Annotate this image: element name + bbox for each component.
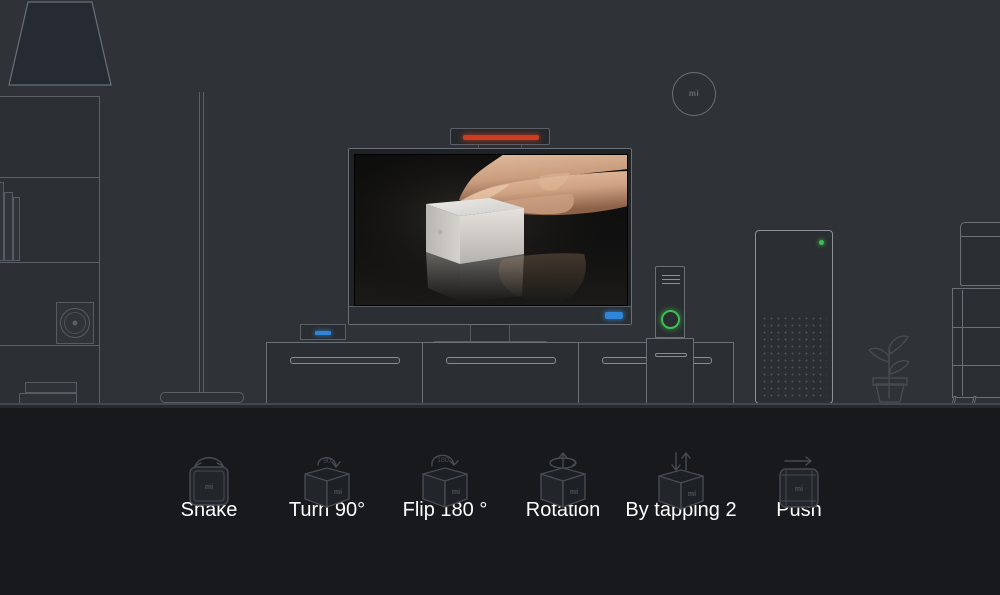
svg-text:mi: mi bbox=[334, 489, 342, 496]
mi-logo: mi bbox=[688, 89, 700, 98]
cube-flip-icon: 180 mi bbox=[386, 408, 504, 508]
svg-text:mi: mi bbox=[795, 486, 803, 493]
cabinet-edge bbox=[962, 290, 963, 396]
set-top-box bbox=[300, 324, 346, 340]
router-base bbox=[646, 338, 694, 404]
living-room-scene: o mi bbox=[0, 0, 1000, 408]
soundbar-camera bbox=[450, 128, 550, 145]
cabinet-top-box: o bbox=[960, 222, 1000, 286]
gesture-item-shake[interactable]: mi Shake bbox=[150, 408, 268, 520]
gesture-item-push[interactable]: mi Push bbox=[740, 408, 858, 520]
svg-text:90: 90 bbox=[323, 458, 331, 465]
bookshelf bbox=[0, 96, 100, 406]
tower-speaker-led bbox=[819, 240, 824, 245]
router-status-ring bbox=[661, 310, 680, 329]
shelf-speaker bbox=[56, 302, 94, 344]
lamp-base bbox=[160, 392, 244, 403]
tower-speaker-mesh bbox=[761, 315, 827, 398]
gesture-item-flip-180[interactable]: 180 mi Flip 180 ° bbox=[386, 408, 504, 520]
drawer-handle bbox=[445, 357, 556, 364]
svg-text:mi: mi bbox=[205, 484, 213, 491]
tv-stand-drawer[interactable] bbox=[267, 343, 423, 403]
router-slot bbox=[655, 353, 687, 357]
mi-circular-sensor: mi bbox=[672, 72, 716, 116]
router-vents-icon bbox=[662, 275, 680, 287]
gesture-item-turn-90[interactable]: 90 mi Turn 90° bbox=[268, 408, 386, 520]
svg-text:mi: mi bbox=[688, 491, 696, 498]
tower-speaker bbox=[755, 230, 833, 404]
tv-screen bbox=[354, 154, 628, 306]
tv-bezel bbox=[349, 306, 631, 324]
drawer-handle bbox=[289, 357, 400, 364]
tv-power-led bbox=[605, 312, 623, 319]
side-cabinet bbox=[952, 288, 1000, 398]
gesture-item-by-tapping-2[interactable]: mi By tapping 2 bbox=[622, 408, 740, 520]
lamp-pole bbox=[199, 92, 204, 396]
cube-rotation-icon: mi bbox=[504, 408, 622, 508]
tv-stand-drawer[interactable] bbox=[423, 343, 579, 403]
cube-tap-icon: mi bbox=[622, 408, 740, 510]
television bbox=[348, 148, 632, 325]
gesture-item-rotation[interactable]: mi Rotation bbox=[504, 408, 622, 520]
book bbox=[13, 197, 20, 261]
cube-turn-icon: 90 mi bbox=[268, 408, 386, 508]
soundbar-led bbox=[463, 135, 539, 140]
potted-plant bbox=[856, 310, 926, 404]
gesture-list: mi Shake 90 mi Turn 90° 180 mi Flip 180 … bbox=[0, 408, 1000, 595]
svg-text:180: 180 bbox=[437, 457, 449, 464]
mi-cube-gesture-page: o mi bbox=[0, 0, 1000, 595]
gesture-panel: mi Shake 90 mi Turn 90° 180 mi Flip 180 … bbox=[0, 408, 1000, 595]
stacked-items bbox=[25, 382, 77, 393]
cube-shake-icon: mi bbox=[150, 408, 268, 506]
speaker-cone-icon bbox=[60, 308, 90, 338]
svg-text:mi: mi bbox=[452, 489, 460, 496]
svg-text:mi: mi bbox=[570, 489, 578, 496]
set-top-box-led bbox=[315, 331, 331, 335]
book bbox=[4, 192, 13, 261]
cube-push-icon: mi bbox=[740, 408, 858, 508]
